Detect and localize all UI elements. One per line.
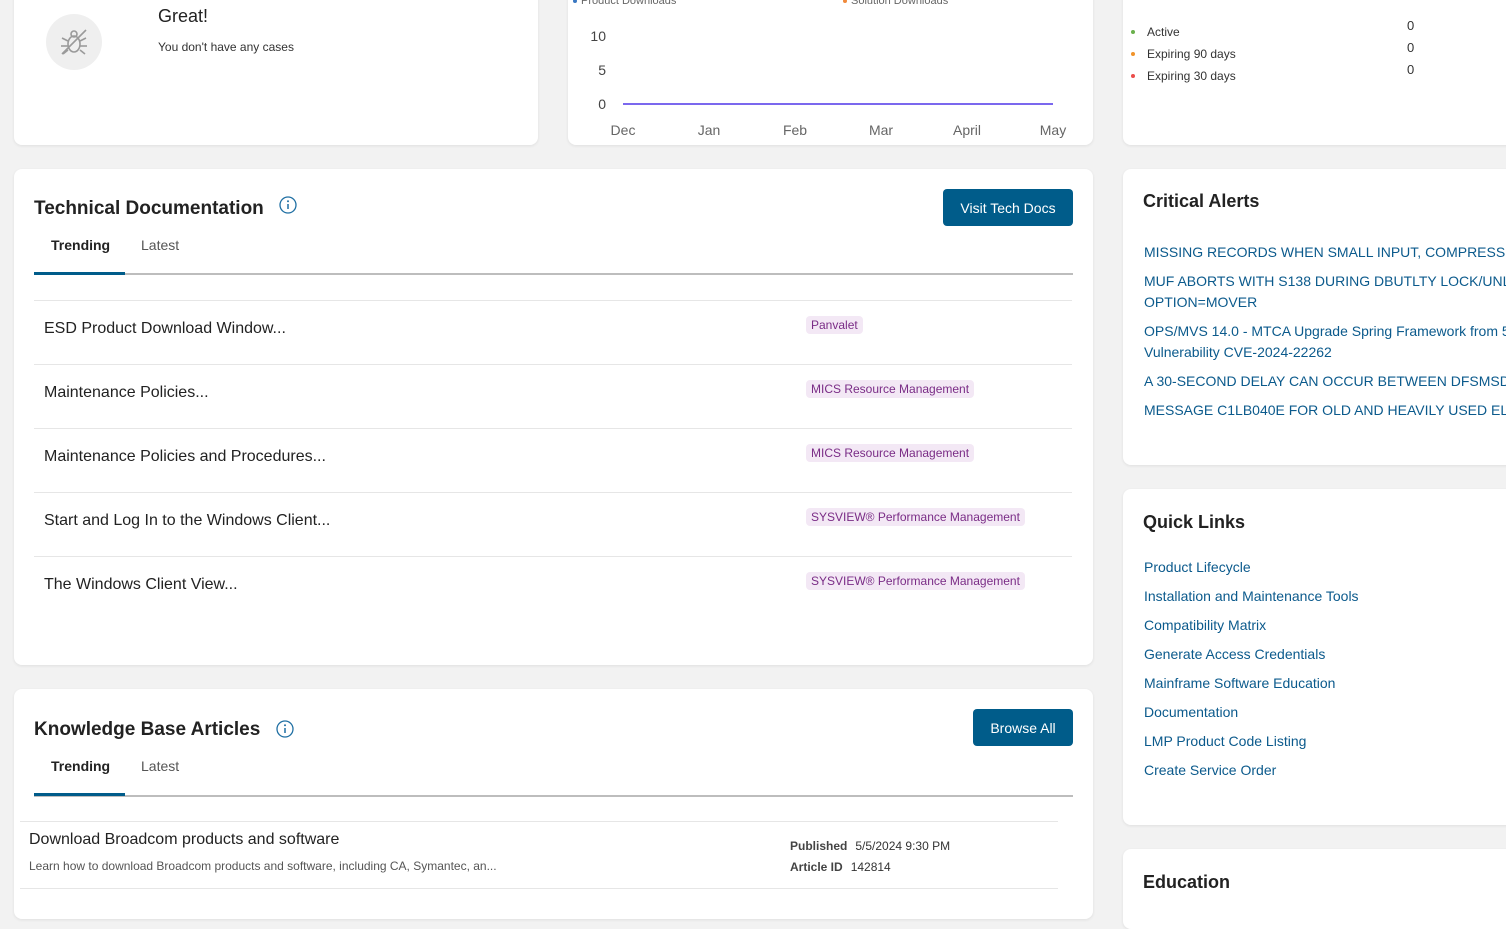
kb-title: Knowledge Base Articles [34,719,261,740]
tab-active-indicator [34,793,125,796]
kb-article-desc: Learn how to download Broadcom products … [29,859,497,873]
doc-title[interactable]: Start and Log In to the Windows Client..… [44,512,330,530]
browse-all-button[interactable]: Browse All [973,709,1073,746]
quick-link[interactable]: Create Service Order [1144,762,1276,778]
cases-card: Great! You don't have any cases [14,0,538,145]
doc-row[interactable]: The Windows Client View... SYSVIEW® Perfo… [34,556,1072,621]
quick-link[interactable]: Installation and Maintenance Tools [1144,588,1359,604]
no-cases-bug-icon [46,14,102,70]
doc-row[interactable]: Start and Log In to the Windows Client..… [34,492,1072,557]
legend-marker [573,0,577,3]
alert-link[interactable]: MUF ABORTS WITH S138 DURING DBUTLTY LOCK… [1144,271,1506,292]
licenses-card: Active 0 Expiring 90 days 0 Expiring 30 days… [1123,0,1506,145]
quick-link[interactable]: Product Lifecycle [1144,559,1251,575]
status-dot [1131,30,1135,34]
quick-link[interactable]: Mainframe Software Education [1144,675,1335,691]
alert-link[interactable]: Vulnerability CVE-2024-22262 [1144,342,1506,363]
status-dot [1131,74,1135,78]
x-tick-label: Mar [869,122,893,138]
legend-label: Solution Downloads [851,0,949,7]
quick-link[interactable]: LMP Product Code Listing [1144,733,1306,749]
critical-alerts-card: Critical Alerts MISSING RECORDS WHEN SMA… [1123,169,1506,465]
kb-article-id: Article ID 142814 [790,860,891,874]
visit-tech-docs-button[interactable]: Visit Tech Docs [943,189,1073,226]
quick-link[interactable]: Documentation [1144,704,1238,720]
info-icon[interactable] [276,720,294,738]
tab-divider [34,795,1073,797]
license-label: Active [1147,25,1180,39]
quick-link[interactable]: Generate Access Credentials [1144,646,1325,662]
license-row: Expiring 90 days [1131,47,1236,61]
x-tick-label: Feb [783,122,807,138]
tab-trending[interactable]: Trending [51,237,110,253]
y-tick-label: 5 [598,62,606,78]
doc-row[interactable]: Maintenance Policies... MICS Resource Man… [34,364,1072,429]
x-tick-label: Jan [698,122,721,138]
downloads-chart-card: Product Downloads Solution Downloads 0 5 10 D… [568,0,1093,145]
tab-latest[interactable]: Latest [141,758,179,774]
y-tick-label: 10 [590,28,606,44]
quick-links-title: Quick Links [1143,512,1246,532]
product-tag[interactable]: MICS Resource Management [806,380,975,398]
education-title: Education [1143,872,1231,892]
product-tag[interactable]: SYSVIEW® Performance Management [806,572,1025,590]
quick-links-card: Quick Links Product Lifecycle Installatio… [1123,489,1506,825]
article-id-value: 142814 [850,860,891,874]
alert-link[interactable]: OPTION=MOVER [1144,292,1506,313]
legend-marker [843,0,847,3]
cases-title: Great! [158,6,209,26]
kb-article-title[interactable]: Download Broadcom products and software [29,831,339,849]
alert-link[interactable]: MISSING RECORDS WHEN SMALL INPUT, COMPRE… [1144,242,1506,263]
x-tick-label: April [953,122,981,138]
tab-divider [34,273,1073,275]
info-icon[interactable] [279,196,297,214]
legend-label: Product Downloads [581,0,677,7]
license-count: 0 [1407,62,1415,77]
license-count: 0 [1407,18,1415,33]
tech-docs-title: Technical Documentation [34,198,264,219]
doc-title[interactable]: Maintenance Policies and Procedures... [44,448,326,466]
published-value: 5/5/2024 9:30 PM [855,839,951,853]
kb-card: Knowledge Base Articles Browse All Trend… [14,689,1093,919]
license-row: Expiring 30 days [1131,69,1236,83]
doc-title[interactable]: ESD Product Download Window... [44,320,286,338]
alert-link[interactable]: MESSAGE C1LB040E FOR OLD AND HEAVILY USE… [1144,400,1506,421]
status-dot [1131,52,1135,56]
license-count: 0 [1407,40,1415,55]
x-tick-label: Dec [611,122,636,138]
license-label: Expiring 30 days [1147,69,1236,83]
kb-article-row[interactable]: Download Broadcom products and software … [20,821,1058,889]
critical-alerts-title: Critical Alerts [1143,191,1260,211]
article-id-label: Article ID [790,860,843,874]
quick-link[interactable]: Compatibility Matrix [1144,617,1266,633]
downloads-chart: Product Downloads Solution Downloads 0 5 10 D… [573,0,1066,138]
tab-active-indicator [34,272,125,275]
published-label: Published [790,839,848,853]
doc-title[interactable]: The Windows Client View... [44,576,238,594]
license-row: Active [1131,25,1180,39]
cases-subtitle: You don't have any cases [158,40,294,54]
kb-published: Published 5/5/2024 9:30 PM [790,839,950,853]
tab-trending[interactable]: Trending [51,758,110,774]
doc-row[interactable]: Maintenance Policies and Procedures... MI… [34,428,1072,493]
education-card: Education [1123,849,1506,929]
license-label: Expiring 90 days [1147,47,1236,61]
y-tick-label: 0 [598,96,606,112]
product-tag[interactable]: SYSVIEW® Performance Management [806,508,1025,526]
product-tag[interactable]: Panvalet [806,316,863,334]
doc-row[interactable]: ESD Product Download Window... Panvalet [34,300,1072,365]
x-tick-label: May [1040,122,1066,138]
alert-link[interactable]: OPS/MVS 14.0 - MTCA Upgrade Spring Frame… [1144,321,1506,342]
tech-docs-card: Technical Documentation Visit Tech Docs … [14,169,1093,665]
tab-latest[interactable]: Latest [141,237,179,253]
product-tag[interactable]: MICS Resource Management [806,444,975,462]
alert-link[interactable]: A 30-SECOND DELAY CAN OCCUR BETWEEN DFSM… [1144,371,1506,392]
doc-title[interactable]: Maintenance Policies... [44,384,209,402]
